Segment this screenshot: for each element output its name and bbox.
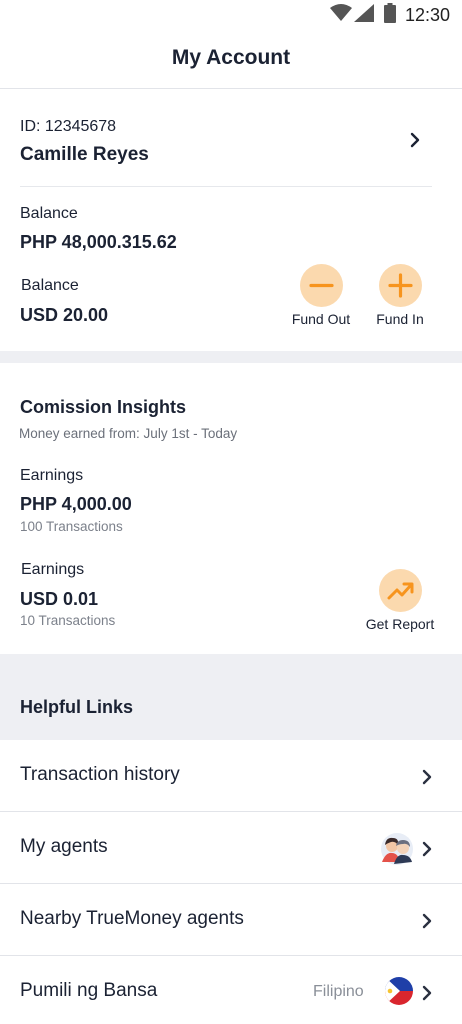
link-choose-country[interactable]: Pumili ng Bansa Filipino — [0, 956, 462, 1024]
agents-avatar-icon — [380, 832, 414, 871]
user-name: Camille Reyes — [20, 144, 149, 165]
philippines-flag-icon — [385, 977, 413, 1010]
fund-in-button[interactable] — [379, 264, 422, 307]
chevron-right-icon — [420, 912, 434, 935]
link-label: Pumili ng Bansa — [20, 980, 158, 1001]
battery-icon — [384, 3, 396, 28]
balance-label-php: Balance — [20, 205, 78, 222]
earnings-amount-php: PHP 4,000.00 — [20, 494, 132, 514]
earnings-amount-usd: USD 0.01 — [20, 589, 99, 609]
trending-up-icon — [387, 582, 414, 600]
status-bar: 12:30 — [0, 0, 462, 30]
link-label: My agents — [20, 836, 108, 857]
fund-in-label[interactable]: Fund In — [355, 311, 445, 327]
chevron-right-icon — [420, 768, 434, 791]
chevron-right-icon — [420, 984, 434, 1007]
wifi-icon — [330, 4, 352, 27]
page-title: My Account — [171, 46, 291, 69]
section-separator — [0, 351, 462, 363]
user-id: ID: 12345678 — [20, 118, 117, 135]
get-report-button[interactable] — [379, 569, 422, 612]
plus-icon — [388, 273, 413, 298]
chevron-right-icon — [420, 840, 434, 863]
commission-title: Comission Insights — [20, 397, 187, 417]
earnings-label-usd: Earnings — [21, 561, 85, 578]
selected-language: Filipino — [313, 983, 364, 1000]
signal-icon — [354, 4, 374, 27]
status-time: 12:30 — [404, 5, 450, 25]
helpful-links-header: Helpful Links — [0, 654, 462, 740]
get-report-label[interactable]: Get Report — [355, 616, 445, 632]
commission-subtitle: Money earned from: July 1st - Today — [19, 426, 238, 441]
link-my-agents[interactable]: My agents — [0, 812, 462, 884]
minus-icon — [309, 283, 334, 288]
helpful-links-title: Helpful Links — [20, 697, 134, 717]
link-nearby-agents[interactable]: Nearby TrueMoney agents — [0, 884, 462, 956]
earnings-transactions-php: 100 Transactions — [20, 519, 123, 534]
page-header: My Account — [0, 30, 462, 89]
balance-amount-usd: USD 20.00 — [20, 305, 109, 325]
link-label: Nearby TrueMoney agents — [20, 908, 244, 929]
chevron-right-icon — [408, 132, 422, 153]
profile-row[interactable]: ID: 12345678 Camille Reyes — [0, 90, 462, 187]
fund-out-button[interactable] — [300, 264, 343, 307]
earnings-label-php: Earnings — [20, 467, 84, 484]
profile-divider — [20, 186, 432, 187]
fund-out-label[interactable]: Fund Out — [276, 311, 366, 327]
earnings-transactions-usd: 10 Transactions — [20, 613, 116, 628]
balance-label-usd: Balance — [21, 277, 79, 294]
link-label: Transaction history — [20, 764, 180, 785]
balance-amount-php: PHP 48,000.315.62 — [20, 232, 177, 252]
link-transaction-history[interactable]: Transaction history — [0, 740, 462, 812]
